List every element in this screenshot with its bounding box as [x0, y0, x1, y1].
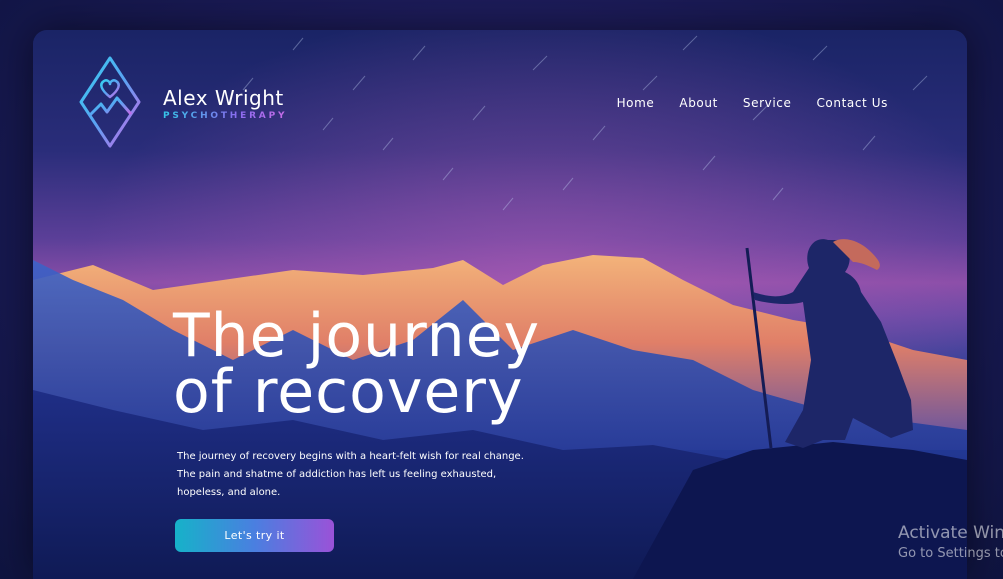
- hero-card: Alex Wright PSYCHOTHERAPY Home About Ser…: [33, 30, 967, 579]
- hero-description-line-1: The journey of recovery begins with a he…: [177, 451, 524, 462]
- hero-title: The journey of recovery: [173, 301, 693, 427]
- nav-about-link[interactable]: About: [679, 96, 717, 110]
- hero-description: The journey of recovery begins with a he…: [177, 448, 537, 502]
- heart-mountain-diamond-icon: [79, 56, 141, 148]
- nav-home-link[interactable]: Home: [617, 96, 655, 110]
- brand-tagline: PSYCHOTHERAPY: [163, 111, 288, 121]
- lets-try-it-button[interactable]: Let's try it: [175, 519, 334, 552]
- watermark-line-2: Go to Settings to activate Windows.: [898, 546, 1003, 561]
- nav-contact-link[interactable]: Contact Us: [816, 96, 888, 110]
- brand-name: Alex Wright: [163, 86, 284, 110]
- hero-description-line-3: hopeless, and alone.: [177, 487, 281, 498]
- main-nav: Home About Service Contact Us: [592, 96, 888, 110]
- hero-description-line-2: The pain and shatme of addiction has lef…: [177, 469, 497, 480]
- hero-title-line-1: The journey: [173, 301, 541, 371]
- activate-windows-watermark: Activate Windows Go to Settings to activ…: [898, 522, 1003, 572]
- hero-title-line-2: of recovery: [173, 357, 524, 427]
- watermark-line-1: Activate Windows: [898, 523, 1003, 543]
- nav-service-link[interactable]: Service: [743, 96, 792, 110]
